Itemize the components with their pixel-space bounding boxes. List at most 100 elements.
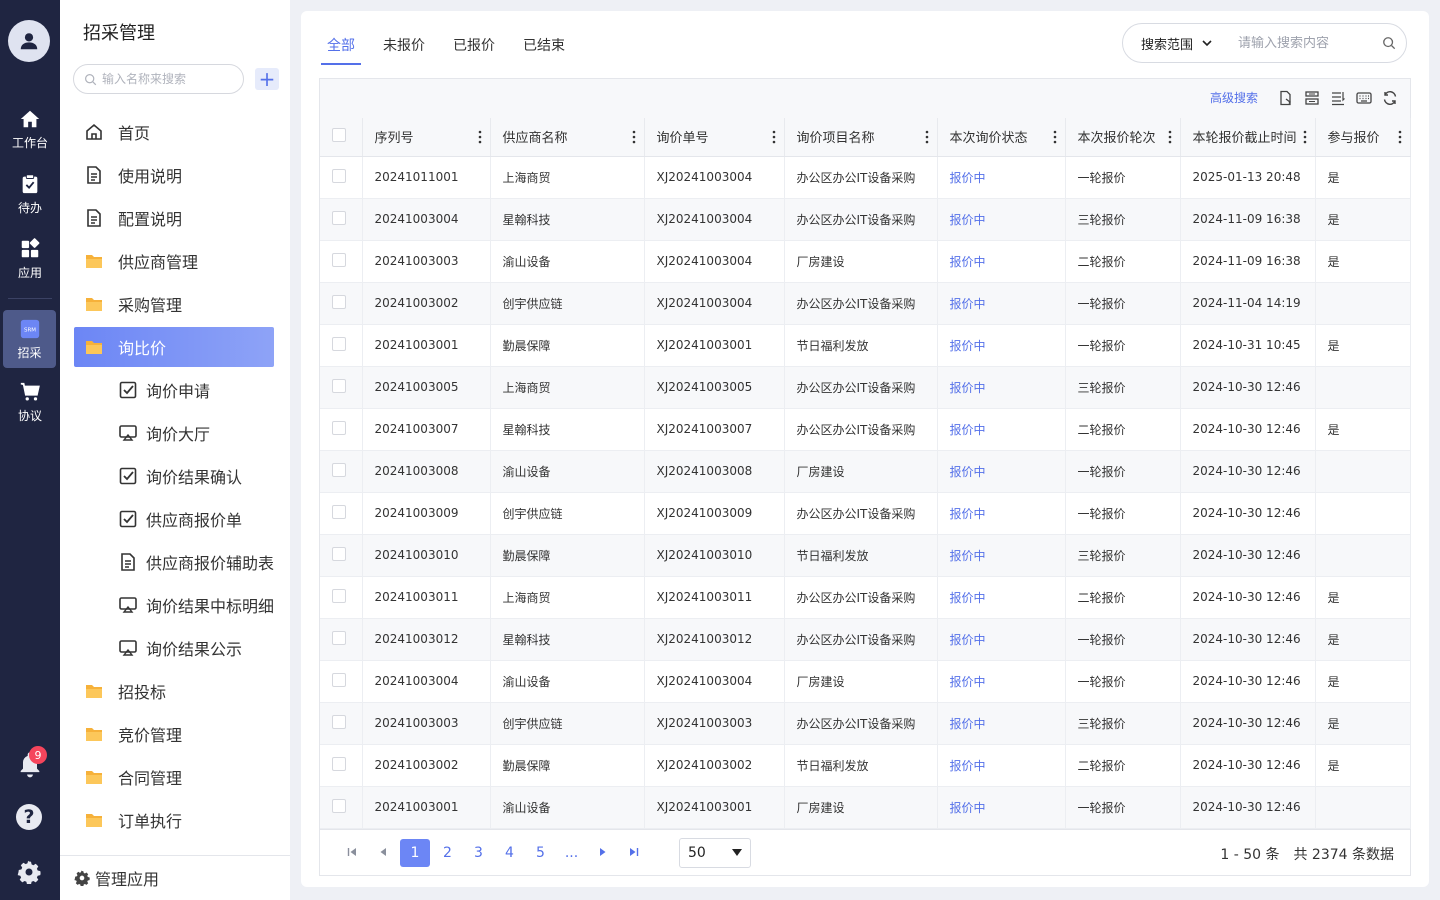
nav-item-contract[interactable]: 合同管理: [74, 757, 274, 797]
table-row[interactable]: 20241003010 勤晨保障 XJ20241003010 节日福利发放 报价中 三轮报…: [320, 534, 1411, 577]
status-cell[interactable]: 报价中: [937, 198, 1066, 241]
nav-search-input[interactable]: [102, 72, 232, 86]
table-row[interactable]: 20241003009 创宇供应链 XJ20241003009 办公区办公IT设备采购…: [320, 492, 1411, 535]
column-menu-icon[interactable]: [1168, 130, 1172, 144]
density-icon[interactable]: [1330, 90, 1346, 106]
next-page-button[interactable]: [587, 845, 618, 861]
tab-all[interactable]: 全部: [321, 31, 361, 65]
row-checkbox[interactable]: [332, 798, 346, 813]
page-button[interactable]: 5: [525, 845, 556, 861]
row-checkbox[interactable]: [332, 546, 346, 561]
table-row[interactable]: 20241003008 渝山设备 XJ20241003008 厂房建设 报价中 一轮报价 2…: [320, 450, 1411, 493]
status-cell[interactable]: 报价中: [937, 282, 1066, 325]
table-row[interactable]: 20241003004 星翰科技 XJ20241003004 办公区办公IT设备采购报…: [320, 198, 1411, 241]
row-checkbox[interactable]: [332, 168, 346, 183]
status-cell[interactable]: 报价中: [937, 366, 1066, 409]
row-checkbox[interactable]: [332, 588, 346, 603]
table-row[interactable]: 20241003003 创宇供应链 XJ20241003003 办公区办公IT设备采购…: [320, 702, 1411, 745]
page-button-current[interactable]: 1: [400, 838, 430, 867]
row-checkbox[interactable]: [332, 672, 346, 687]
column-menu-icon[interactable]: [1303, 130, 1307, 144]
nav-item-order[interactable]: 订单执行: [74, 800, 274, 840]
row-checkbox[interactable]: [332, 714, 346, 729]
column-menu-icon[interactable]: [1398, 130, 1402, 144]
nav-sub-award-detail[interactable]: 询价结果中标明细: [118, 585, 274, 625]
row-checkbox[interactable]: [332, 504, 346, 519]
nav-item-bidding[interactable]: 竞价管理: [74, 714, 274, 754]
nav-item-tender[interactable]: 招投标: [74, 671, 274, 711]
prev-page-button[interactable]: [367, 845, 398, 861]
table-row[interactable]: 20241003002 创宇供应链 XJ20241003004 办公区办公IT设备采购…: [320, 282, 1411, 325]
user-avatar[interactable]: [8, 20, 50, 62]
tab-ended[interactable]: 已结束: [517, 31, 571, 65]
status-cell[interactable]: 报价中: [937, 744, 1066, 787]
status-cell[interactable]: 报价中: [937, 450, 1066, 493]
first-page-button[interactable]: [336, 845, 367, 861]
page-button[interactable]: 2: [432, 845, 463, 861]
refresh-icon[interactable]: [1382, 90, 1398, 106]
table-row[interactable]: 20241003011 上海商贸 XJ20241003011 办公区办公IT设备采购报…: [320, 576, 1411, 619]
table-row[interactable]: 20241003003 渝山设备 XJ20241003004 厂房建设 报价中 二轮报价 2…: [320, 240, 1411, 283]
keyboard-icon[interactable]: [1356, 90, 1372, 106]
table-row[interactable]: 20241003001 勤晨保障 XJ20241003001 节日福利发放 报价中 一轮报…: [320, 324, 1411, 367]
gear-icon[interactable]: [17, 860, 41, 884]
status-cell[interactable]: 报价中: [937, 786, 1066, 829]
select-all-checkbox[interactable]: [332, 127, 346, 142]
add-button[interactable]: +: [255, 68, 279, 90]
rail-item-apps[interactable]: 应用: [0, 231, 60, 287]
rail-item-agreement[interactable]: 协议: [0, 374, 60, 430]
nav-sub-inquiry-apply[interactable]: 询价申请: [118, 370, 210, 410]
last-page-button[interactable]: [618, 845, 649, 861]
tab-quoted[interactable]: 已报价: [447, 31, 501, 65]
column-header[interactable]: 询价单号: [644, 118, 785, 157]
nav-item-home[interactable]: 首页: [74, 112, 274, 152]
column-header[interactable]: 参与报价: [1315, 118, 1411, 157]
rail-item-todo[interactable]: 待办: [0, 166, 60, 222]
column-header[interactable]: 本次询价状态: [937, 118, 1066, 157]
table-row[interactable]: 20241003012 星翰科技 XJ20241003012 办公区办公IT设备采购报…: [320, 618, 1411, 661]
page-ellipsis[interactable]: ...: [556, 845, 587, 861]
column-header[interactable]: 供应商名称: [490, 118, 645, 157]
manage-apps-button[interactable]: 管理应用: [74, 866, 159, 890]
nav-sub-result-publicity[interactable]: 询价结果公示: [118, 628, 242, 668]
row-checkbox[interactable]: [332, 462, 346, 477]
nav-item-inquiry[interactable]: 询比价: [74, 327, 274, 367]
row-checkbox[interactable]: [332, 630, 346, 645]
table-row[interactable]: 20241003004 渝山设备 XJ20241003004 厂房建设 报价中 一轮报价 2…: [320, 660, 1411, 703]
rail-item-procurement[interactable]: SRM 招采: [3, 310, 56, 368]
table-row[interactable]: 20241011001 上海商贸 XJ20241003004 办公区办公IT设备采购报…: [320, 156, 1411, 199]
column-header[interactable]: 询价项目名称: [784, 118, 938, 157]
help-icon[interactable]: ?: [16, 804, 42, 830]
status-cell[interactable]: 报价中: [937, 534, 1066, 577]
status-cell[interactable]: 报价中: [937, 492, 1066, 535]
column-menu-icon[interactable]: [478, 130, 482, 144]
column-header[interactable]: 本轮报价截止时间: [1180, 118, 1316, 157]
nav-item-supplier-mgmt[interactable]: 供应商管理: [74, 241, 274, 281]
row-checkbox[interactable]: [332, 252, 346, 267]
nav-sub-inquiry-hall[interactable]: 询价大厅: [118, 413, 210, 453]
row-checkbox[interactable]: [332, 210, 346, 225]
nav-sub-quote-aux[interactable]: 供应商报价辅助表: [118, 542, 274, 582]
nav-item-config-guide[interactable]: 配置说明: [74, 198, 274, 238]
rail-item-workbench[interactable]: 工作台: [0, 101, 60, 157]
search-icon[interactable]: [1382, 36, 1396, 50]
search-scope-select[interactable]: 搜索范围: [1123, 34, 1236, 53]
table-row[interactable]: 20241003001 渝山设备 XJ20241003001 厂房建设 报价中 一轮报价 2…: [320, 786, 1411, 829]
row-checkbox[interactable]: [332, 336, 346, 351]
table-row[interactable]: 20241003002 勤晨保障 XJ20241003002 节日福利发放 报价中 二轮报…: [320, 744, 1411, 787]
nav-item-usage-guide[interactable]: 使用说明: [74, 155, 274, 195]
status-cell[interactable]: 报价中: [937, 576, 1066, 619]
row-checkbox[interactable]: [332, 420, 346, 435]
search-input[interactable]: [1238, 35, 1378, 51]
status-cell[interactable]: 报价中: [937, 240, 1066, 283]
tab-unquoted[interactable]: 未报价: [377, 31, 431, 65]
nav-sub-supplier-quote[interactable]: 供应商报价单: [118, 499, 242, 539]
row-checkbox[interactable]: [332, 294, 346, 309]
column-settings-icon[interactable]: [1304, 90, 1320, 106]
column-menu-icon[interactable]: [1053, 130, 1057, 144]
status-cell[interactable]: 报价中: [937, 702, 1066, 745]
row-checkbox[interactable]: [332, 378, 346, 393]
status-cell[interactable]: 报价中: [937, 408, 1066, 451]
export-icon[interactable]: [1278, 90, 1294, 106]
status-cell[interactable]: 报价中: [937, 324, 1066, 367]
